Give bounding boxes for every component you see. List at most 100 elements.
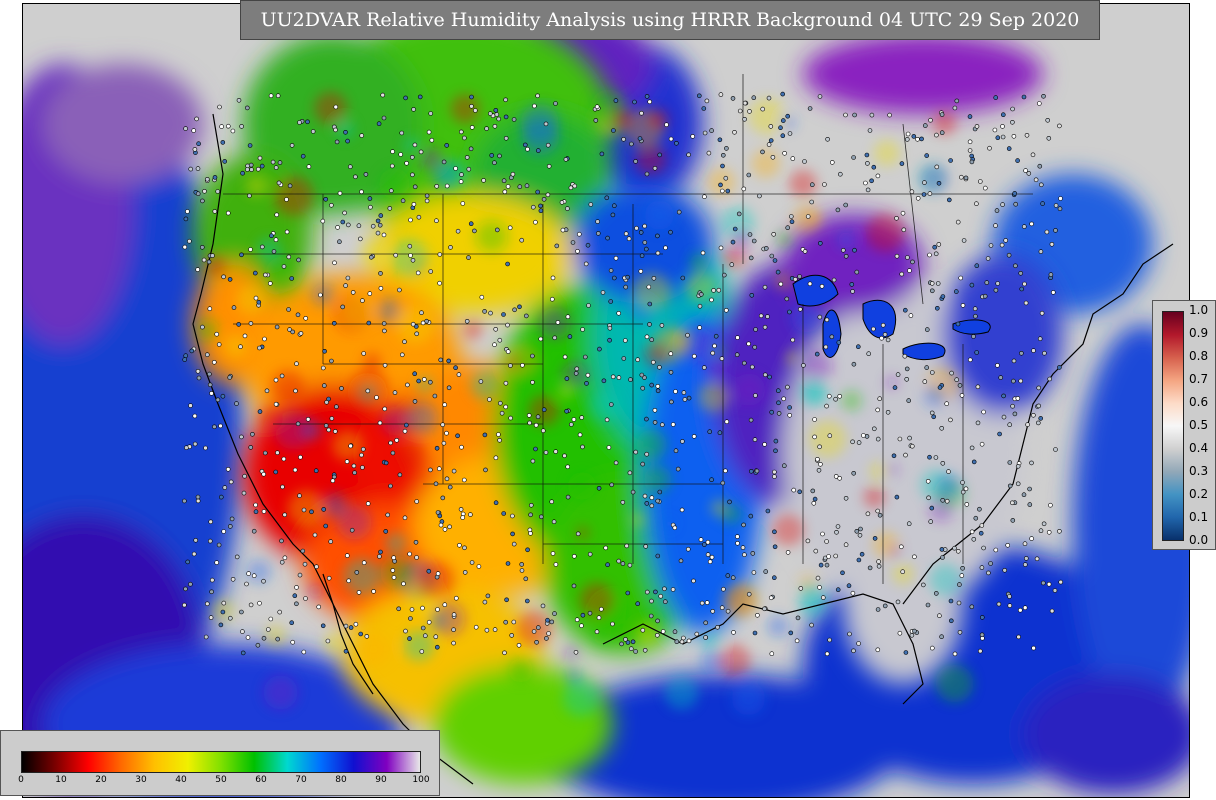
station-marker: [674, 141, 679, 146]
station-marker: [749, 364, 755, 370]
station-marker: [929, 370, 935, 375]
station-marker: [655, 388, 661, 394]
station-marker: [434, 644, 440, 650]
station-marker: [959, 393, 965, 398]
station-marker: [648, 613, 654, 619]
station-marker: [422, 633, 428, 639]
station-marker: [441, 440, 447, 446]
map-canvas[interactable]: [22, 3, 1190, 798]
station-marker: [960, 480, 965, 485]
station-marker: [240, 170, 245, 176]
station-marker: [296, 257, 301, 263]
station-marker: [437, 280, 442, 286]
station-marker: [958, 275, 964, 281]
station-marker: [657, 489, 663, 495]
station-marker: [598, 606, 604, 612]
station-marker: [628, 646, 634, 652]
station-marker: [680, 275, 686, 281]
station-marker: [524, 598, 530, 604]
station-marker: [273, 469, 278, 475]
station-marker: [935, 281, 941, 286]
station-marker: [227, 375, 232, 380]
station-marker: [273, 237, 279, 242]
station-marker: [482, 599, 488, 605]
station-marker: [675, 466, 681, 472]
station-marker: [660, 629, 666, 634]
station-marker: [1045, 118, 1050, 123]
station-marker: [834, 529, 839, 535]
station-marker: [662, 586, 667, 592]
station-marker: [414, 499, 420, 504]
station-marker: [1034, 556, 1040, 562]
station-marker: [703, 620, 709, 626]
right-legend-tick: 0.4: [1189, 441, 1209, 455]
station-marker: [282, 555, 288, 561]
station-marker: [877, 396, 883, 402]
station-marker: [200, 198, 205, 204]
station-marker: [541, 197, 547, 202]
station-marker: [669, 399, 674, 405]
station-marker: [769, 253, 775, 259]
station-marker: [876, 563, 882, 569]
station-marker: [381, 321, 387, 326]
station-marker: [343, 648, 349, 654]
station-marker: [294, 361, 299, 367]
station-marker: [691, 578, 696, 584]
station-marker: [540, 428, 546, 434]
station-marker: [210, 577, 215, 583]
station-marker: [655, 250, 661, 256]
station-marker: [649, 495, 655, 501]
station-marker: [1036, 101, 1042, 106]
station-marker: [294, 585, 299, 590]
station-marker: [939, 425, 945, 431]
station-marker: [725, 608, 731, 614]
station-marker: [1007, 594, 1012, 599]
station-marker: [869, 178, 874, 184]
station-marker: [721, 272, 727, 278]
station-marker: [523, 576, 529, 582]
right-legend-tick: 0.8: [1189, 349, 1209, 363]
station-marker: [505, 561, 511, 566]
right-legend-tick: 0.5: [1189, 418, 1209, 432]
station-marker: [1031, 412, 1036, 418]
station-marker: [643, 246, 649, 252]
station-marker: [320, 218, 326, 224]
station-marker: [696, 93, 702, 99]
station-marker: [766, 142, 772, 147]
station-marker: [396, 606, 402, 612]
station-marker: [399, 130, 405, 136]
station-marker: [927, 191, 933, 196]
station-marker: [242, 333, 248, 339]
station-marker: [1022, 562, 1028, 567]
station-marker: [546, 631, 551, 636]
station-marker: [553, 101, 558, 106]
station-marker: [871, 164, 877, 170]
station-marker: [892, 385, 898, 390]
station-marker: [1049, 608, 1055, 614]
station-marker: [771, 575, 777, 581]
station-marker: [442, 527, 448, 532]
station-marker: [620, 561, 626, 566]
station-marker: [231, 305, 237, 310]
station-marker: [444, 476, 450, 482]
station-marker: [629, 141, 634, 147]
station-marker: [899, 161, 905, 166]
station-marker: [543, 121, 549, 127]
station-marker: [257, 345, 262, 351]
station-marker: [552, 335, 558, 341]
station-marker: [826, 554, 831, 559]
station-marker: [310, 129, 316, 134]
station-marker: [302, 561, 308, 567]
station-marker: [925, 602, 931, 608]
station-marker: [1046, 529, 1052, 535]
station-marker: [559, 200, 565, 205]
station-marker: [1058, 579, 1063, 585]
station-marker: [191, 551, 197, 557]
station-marker: [875, 436, 881, 442]
station-marker: [993, 95, 999, 100]
station-marker: [550, 551, 556, 556]
station-marker: [621, 356, 627, 361]
station-marker: [668, 369, 674, 375]
station-marker: [292, 467, 298, 473]
station-marker: [528, 531, 533, 536]
